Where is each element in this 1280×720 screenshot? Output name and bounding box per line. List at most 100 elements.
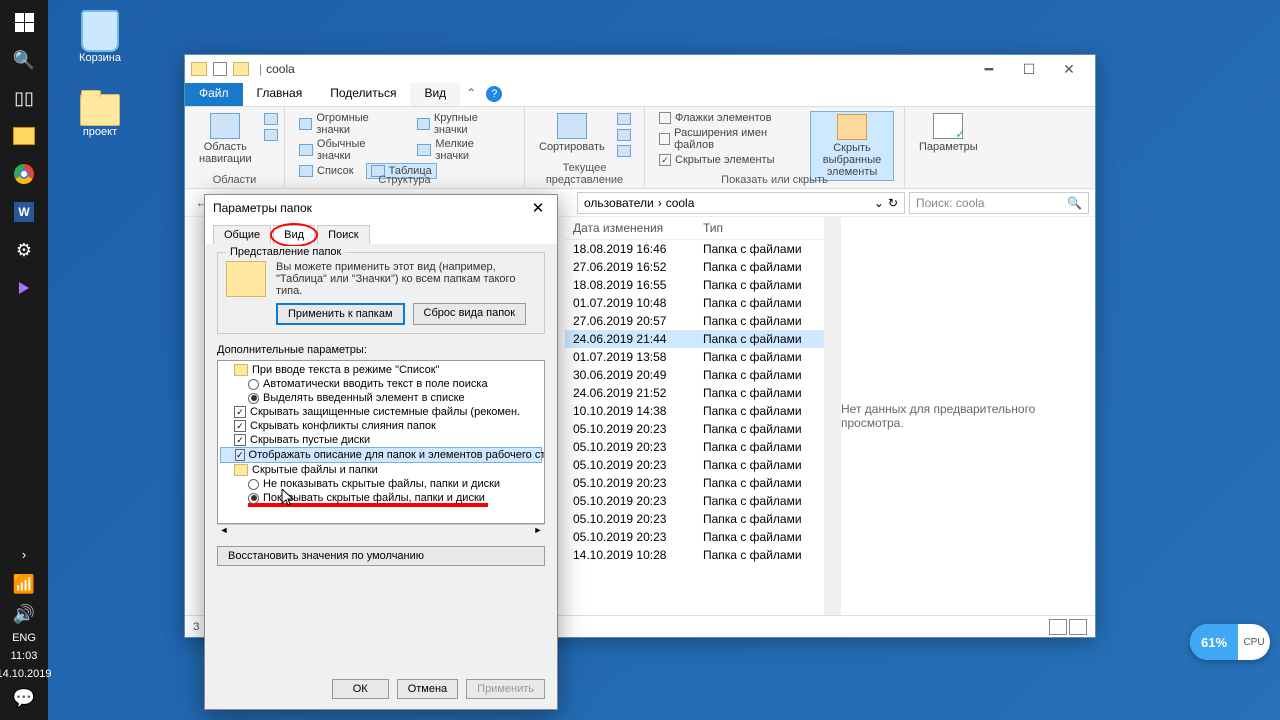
navigation-pane-button[interactable]: Область навигации (195, 111, 256, 167)
explorer-icon[interactable] (12, 124, 36, 148)
group-by-icon[interactable] (617, 113, 631, 125)
list-header[interactable]: Дата изменения Тип (565, 217, 824, 240)
scroll-right-button[interactable]: ► (531, 525, 545, 538)
tree-option-hide-merge[interactable]: ✓Скрывать конфликты слияния папок (220, 419, 542, 433)
maximize-button[interactable]: ☐ (1009, 59, 1049, 79)
table-row[interactable]: 14.10.2019 10:28Папка с файлами (565, 546, 824, 564)
tree-node-list-mode: При вводе текста в режиме "Список" (220, 363, 542, 377)
tree-option-show-desc[interactable]: ✓Отображать описание для папок и элемент… (220, 447, 542, 463)
table-row[interactable]: 01.07.2019 10:48Папка с файлами (565, 294, 824, 312)
table-row[interactable]: 05.10.2019 20:23Папка с файлами (565, 510, 824, 528)
col-date[interactable]: Дата изменения (573, 221, 703, 235)
scroll-left-button[interactable]: ◄ (217, 525, 231, 538)
refresh-button[interactable]: ↻ (888, 196, 898, 210)
restore-defaults-button[interactable]: Восстановить значения по умолчанию (217, 546, 545, 566)
table-row[interactable]: 05.10.2019 20:23Папка с файлами (565, 438, 824, 456)
table-row[interactable]: 10.10.2019 14:38Папка с файлами (565, 402, 824, 420)
dialog-close-button[interactable]: ✕ (527, 199, 549, 217)
explorer-titlebar[interactable]: | coola ━ ☐ ✕ (185, 55, 1095, 83)
search-icon[interactable]: 🔍 (12, 48, 36, 72)
layout-medium[interactable]: Обычные значки (295, 137, 405, 163)
media-player-icon[interactable] (12, 276, 36, 300)
tree-option-show-hidden[interactable]: Показывать скрытые файлы, папки и диски (220, 491, 542, 505)
layout-huge[interactable]: Огромные значки (295, 111, 405, 137)
layout-large[interactable]: Крупные значки (413, 111, 514, 137)
table-row[interactable]: 05.10.2019 20:23Папка с файлами (565, 492, 824, 510)
search-input[interactable]: Поиск: coola 🔍 (909, 192, 1089, 214)
notifications-icon[interactable]: 💬 (12, 686, 36, 710)
dialog-titlebar[interactable]: Параметры папок ✕ (205, 195, 557, 221)
table-row[interactable]: 05.10.2019 20:23Папка с файлами (565, 420, 824, 438)
file-list[interactable]: Дата изменения Тип 18.08.2019 16:46Папка… (565, 217, 825, 615)
extensions-option[interactable]: Расширения имен файлов (655, 126, 802, 152)
table-row[interactable]: 05.10.2019 20:23Папка с файлами (565, 474, 824, 492)
sort-button[interactable]: Сортировать (535, 111, 609, 155)
details-pane-icon[interactable] (264, 129, 278, 141)
tree-option-auto-search[interactable]: Автоматически вводить текст в поле поиск… (220, 377, 542, 391)
minimize-button[interactable]: ━ (969, 59, 1009, 79)
dialog-tab-search[interactable]: Поиск (317, 225, 369, 244)
collapse-ribbon-button[interactable]: ⌃ (460, 83, 482, 106)
table-row[interactable]: 01.07.2019 13:58Папка с файлами (565, 348, 824, 366)
language-indicator[interactable]: ENG (12, 632, 36, 644)
desktop-icons: Корзина проект (65, 10, 135, 138)
breadcrumb[interactable]: ользователи› coola ⌄ ↻ (577, 192, 905, 214)
autosize-icon[interactable] (617, 145, 631, 157)
large-icons-view-toggle[interactable] (1069, 619, 1087, 635)
breadcrumb-folder[interactable]: coola (666, 196, 695, 210)
col-type[interactable]: Тип (703, 221, 816, 235)
word-icon[interactable]: W (12, 200, 36, 224)
settings-icon[interactable]: ⚙ (12, 238, 36, 262)
options-button[interactable]: Параметры (915, 111, 982, 155)
network-icon[interactable]: 📶 (12, 572, 36, 596)
reset-folders-button[interactable]: Сброс вида папок (413, 303, 527, 325)
table-row[interactable]: 24.06.2019 21:44Папка с файлами (565, 330, 824, 348)
hidden-items-option[interactable]: ✓Скрытые элементы (655, 153, 802, 167)
table-row[interactable]: 18.08.2019 16:46Папка с файлами (565, 240, 824, 258)
apply-to-folders-button[interactable]: Применить к папкам (276, 303, 405, 325)
dropdown-icon[interactable]: ⌄ (874, 196, 884, 210)
ok-button[interactable]: ОК (332, 679, 389, 699)
recycle-bin[interactable]: Корзина (65, 10, 135, 64)
table-row[interactable]: 05.10.2019 20:23Папка с файлами (565, 528, 824, 546)
chrome-icon[interactable] (12, 162, 36, 186)
table-row[interactable]: 27.06.2019 20:57Папка с файлами (565, 312, 824, 330)
add-columns-icon[interactable] (617, 129, 631, 141)
hide-selected-button[interactable]: Скрыть выбранные элементы (810, 111, 894, 181)
start-button[interactable] (12, 10, 36, 34)
help-icon[interactable]: ? (486, 86, 502, 102)
table-row[interactable]: 30.06.2019 20:49Папка с файлами (565, 366, 824, 384)
checkbox-items-option[interactable]: Флажки элементов (655, 111, 802, 125)
close-button[interactable]: ✕ (1049, 59, 1089, 79)
tree-horizontal-scrollbar[interactable]: ◄ ► (217, 524, 545, 538)
table-row[interactable]: 18.08.2019 16:55Папка с файлами (565, 276, 824, 294)
task-view-icon[interactable]: ▯▯ (12, 86, 36, 110)
tab-view[interactable]: Вид (410, 83, 460, 106)
cancel-button[interactable]: Отмена (397, 679, 458, 699)
advanced-settings-tree[interactable]: При вводе текста в режиме "Список" Автом… (217, 360, 545, 524)
clock-time[interactable]: 11:03 (11, 650, 38, 662)
breadcrumb-users[interactable]: ользователи (584, 196, 654, 210)
tree-option-select-item[interactable]: Выделять введенный элемент в списке (220, 391, 542, 405)
dialog-tab-general[interactable]: Общие (213, 225, 271, 244)
volume-icon[interactable]: 🔊 (12, 602, 36, 626)
tray-expand-icon[interactable]: › (12, 542, 36, 566)
tab-home[interactable]: Главная (243, 83, 317, 106)
table-row[interactable]: 27.06.2019 16:52Папка с файлами (565, 258, 824, 276)
details-view-toggle[interactable] (1049, 619, 1067, 635)
dialog-tab-view[interactable]: Вид (273, 225, 315, 244)
tree-option-hide-empty[interactable]: ✓Скрывать пустые диски (220, 433, 542, 447)
vertical-scrollbar[interactable] (825, 217, 841, 615)
tree-option-hide-protected[interactable]: ✓Скрывать защищенные системные файлы (ре… (220, 405, 542, 419)
cpu-widget[interactable]: 61% CPU (1190, 624, 1270, 660)
tree-option-dont-show-hidden[interactable]: Не показывать скрытые файлы, папки и дис… (220, 477, 542, 491)
tab-share[interactable]: Поделиться (316, 83, 410, 106)
layout-small[interactable]: Мелкие значки (413, 137, 514, 163)
ribbon: Область навигации Области Огромные значк… (185, 107, 1095, 189)
table-row[interactable]: 24.06.2019 21:52Папка с файлами (565, 384, 824, 402)
preview-pane-icon[interactable] (264, 113, 278, 125)
project-folder[interactable]: проект (65, 94, 135, 138)
tab-file[interactable]: Файл (185, 83, 243, 106)
table-row[interactable]: 05.10.2019 20:23Папка с файлами (565, 456, 824, 474)
qat-checkbox-icon[interactable] (213, 62, 227, 76)
